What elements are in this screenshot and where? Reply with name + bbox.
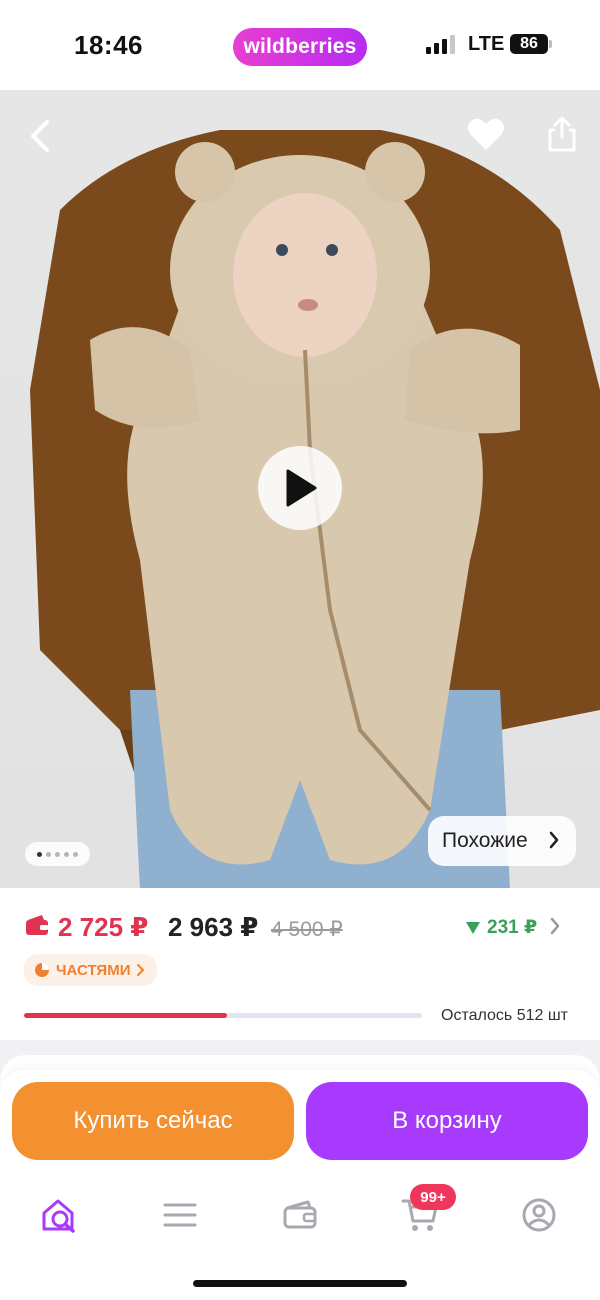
bottom-tab-bar: 99+ (0, 1180, 600, 1300)
profile-icon (522, 1198, 556, 1232)
signal-icon (426, 34, 458, 54)
add-to-cart-button[interactable]: В корзину (306, 1082, 588, 1160)
play-video-button[interactable] (258, 446, 342, 530)
status-bar: 18:46 wildberries LTE 86 (0, 0, 600, 90)
price-difference[interactable]: 231 ₽ (465, 916, 537, 939)
gallery-indicator (25, 842, 90, 866)
share-button[interactable] (540, 112, 584, 156)
back-button[interactable] (18, 114, 62, 158)
stock-progress-bar (24, 1013, 422, 1018)
battery-icon: 86 (510, 34, 548, 54)
cart-count-badge: 99+ (410, 1184, 456, 1210)
home-indicator (193, 1280, 407, 1287)
wallet-icon (26, 915, 48, 935)
buy-now-button[interactable]: Купить сейчас (12, 1082, 294, 1160)
chevron-right-icon[interactable] (549, 916, 561, 936)
similar-products-button[interactable]: Похожие (428, 816, 576, 866)
favorite-button[interactable] (464, 112, 508, 156)
wallet-icon (283, 1200, 317, 1229)
brand-logo: wildberries (233, 28, 367, 66)
gallery-dot (37, 851, 42, 857)
menu-icon (163, 1203, 197, 1227)
gallery-dot (46, 851, 51, 857)
status-time: 18:46 (74, 30, 143, 60)
stock-progress-fill (24, 1013, 227, 1018)
triangle-down-icon (466, 921, 480, 934)
current-price: 2 963 ₽ (168, 912, 259, 942)
wallet-price: 2 725 ₽ (58, 912, 149, 942)
old-price: 4 500 ₽ (271, 918, 343, 941)
pie-chart-icon (35, 963, 49, 977)
price-difference-value: 231 ₽ (487, 917, 538, 938)
battery-tip (549, 40, 552, 48)
gallery-dot (55, 851, 60, 857)
similar-label: Похожие (442, 829, 528, 852)
tab-wallet[interactable] (270, 1190, 330, 1240)
product-image[interactable]: Похожие (0, 90, 600, 890)
purchase-actions: Купить сейчас В корзину (0, 1070, 600, 1180)
chevron-right-icon (549, 831, 559, 849)
price-card: 2 725 ₽ 2 963 ₽ 4 500 ₽ 231 ₽ ЧАСТЯМИ Ос… (0, 888, 600, 1040)
chevron-left-icon (31, 120, 49, 152)
installments-badge[interactable]: ЧАСТЯМИ (24, 954, 158, 986)
network-type: LTE (468, 33, 505, 55)
stock-remaining: Осталось 512 шт (441, 1007, 568, 1024)
gallery-dot (64, 851, 69, 857)
tab-catalog[interactable] (150, 1190, 210, 1240)
installments-label: ЧАСТЯМИ (56, 961, 131, 979)
gallery-dot (73, 851, 78, 857)
chevron-right-icon (137, 964, 145, 976)
tab-profile[interactable] (509, 1190, 569, 1240)
play-icon (286, 469, 317, 507)
heart-icon (468, 118, 504, 150)
home-search-icon (42, 1199, 75, 1233)
tab-home[interactable] (30, 1190, 90, 1240)
share-icon (548, 116, 576, 152)
